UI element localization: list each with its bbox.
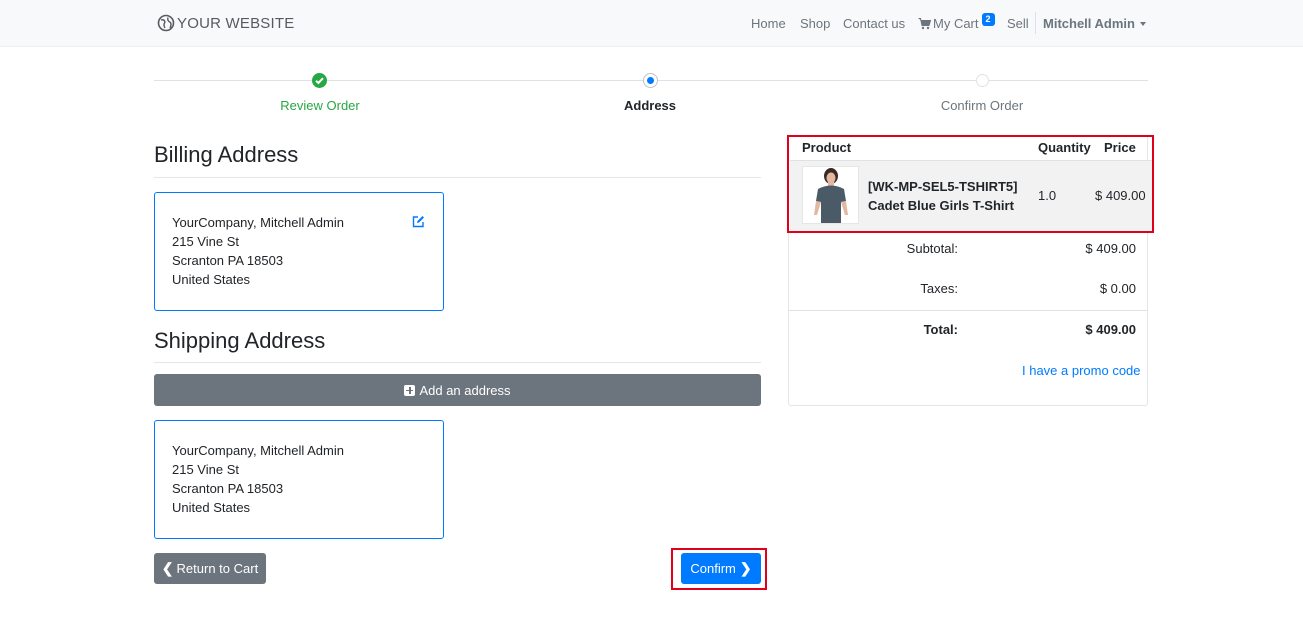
total-value: $ 409.00 (1085, 322, 1136, 337)
chevron-right-icon: ❯ (739, 560, 752, 576)
nav-home[interactable]: Home (751, 16, 786, 31)
billing-address-card[interactable]: YourCompany, Mitchell Admin 215 Vine St … (154, 192, 444, 311)
brand-logo[interactable]: YOUR WEBSITE (157, 14, 294, 32)
return-label: Return to Cart (176, 561, 259, 576)
step-confirm-order: Confirm Order (940, 98, 1024, 113)
confirm-button[interactable]: Confirm ❯ (681, 553, 761, 584)
product-highlight-box (787, 135, 1154, 233)
check-icon (315, 77, 324, 85)
step-pending-icon (976, 74, 989, 87)
step-active-icon (643, 73, 658, 88)
add-address-button[interactable]: Add an address (154, 374, 761, 406)
confirm-label: Confirm (690, 561, 736, 576)
cart-icon (918, 18, 931, 30)
address-line: 215 Vine St (172, 462, 239, 477)
nav-divider (1035, 12, 1036, 34)
subtotal-value: $ 409.00 (1085, 241, 1136, 256)
edit-icon[interactable] (412, 215, 425, 228)
step-review-order[interactable]: Review Order (220, 98, 420, 113)
user-name: Mitchell Admin (1043, 16, 1135, 31)
billing-title: Billing Address (154, 142, 299, 167)
cart-label: My Cart (933, 16, 979, 31)
user-menu[interactable]: Mitchell Admin (1043, 16, 1146, 31)
address-line: YourCompany, Mitchell Admin (172, 215, 344, 230)
total-divider (789, 310, 1147, 311)
nav-sell[interactable]: Sell (1007, 16, 1029, 31)
subtotal-label: Subtotal: (906, 241, 958, 256)
taxes-value: $ 0.00 (1099, 281, 1136, 296)
add-address-label: Add an address (419, 382, 511, 398)
chevron-left-icon: ❮ (161, 560, 174, 576)
taxes-label: Taxes: (920, 281, 958, 296)
promo-code-link[interactable]: I have a promo code (1022, 363, 1141, 378)
address-line: United States (172, 500, 251, 515)
step-done-icon (312, 73, 327, 88)
nav-my-cart[interactable]: My Cart 2 (918, 13, 995, 31)
shipping-address-card[interactable]: YourCompany, Mitchell Admin 215 Vine St … (154, 420, 444, 539)
shipping-divider (154, 362, 761, 363)
address-line: Scranton PA 18503 (172, 481, 284, 496)
nav-contact[interactable]: Contact us (843, 16, 905, 31)
address-line: 215 Vine St (172, 234, 239, 249)
brand-text: YOUR WEBSITE (177, 14, 295, 32)
shipping-title: Shipping Address (154, 328, 326, 353)
address-line: United States (172, 272, 251, 287)
globe-icon (157, 14, 175, 32)
return-to-cart-button[interactable]: ❮ Return to Cart (154, 553, 266, 584)
total-label: Total: (923, 322, 958, 337)
billing-divider (154, 177, 761, 178)
navbar: YOUR WEBSITE Home Shop Contact us My Car… (0, 0, 1303, 47)
address-line: Scranton PA 18503 (172, 253, 284, 268)
caret-down-icon (1139, 22, 1146, 26)
plus-square-icon (404, 384, 416, 396)
address-line: YourCompany, Mitchell Admin (172, 443, 344, 458)
cart-count-badge: 2 (981, 13, 995, 26)
nav-shop[interactable]: Shop (800, 16, 830, 31)
step-address: Address (623, 98, 677, 113)
